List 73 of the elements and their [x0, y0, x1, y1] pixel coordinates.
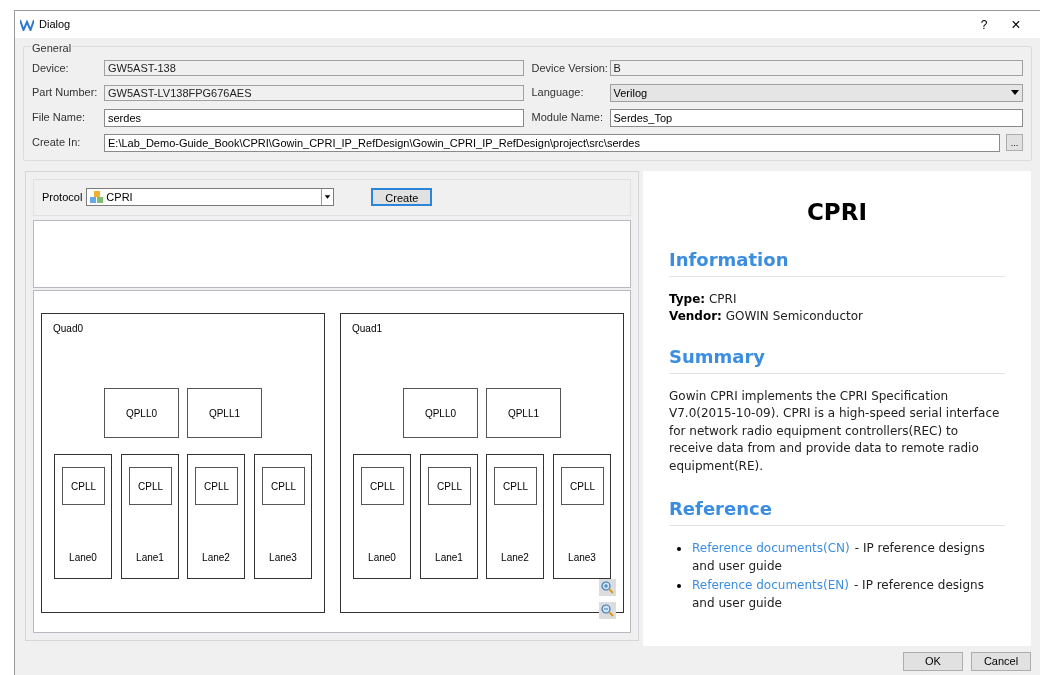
info-field: Vendor: GOWIN Semiconductor: [669, 307, 1005, 325]
reference-item: Reference documents(CN) - IP reference designs and user guide: [692, 541, 985, 573]
field-label: File Name:: [32, 110, 87, 126]
input-field: GW5AST-LV138FPG676AES: [104, 84, 524, 101]
dropdown-arrow-icon: [1011, 90, 1019, 95]
field-label: Device:: [32, 61, 70, 76]
section-heading: Summary: [669, 342, 1005, 374]
lane-label: Lane0: [68, 551, 98, 566]
summary-text: Gowin CPRI implements the CPRI Specification V7.0(2015-10-09). CPRI is a high-speed serial interface for network radio equipment controllers(REC) to receive data from and provide data to remote radio equipment(RE).: [669, 387, 1001, 475]
create-button[interactable]: Create: [371, 188, 433, 207]
lane-block[interactable]: CPLL Lane2: [486, 454, 544, 580]
zoom-out-button[interactable]: [599, 602, 616, 620]
qpll-block[interactable]: QPLL0: [104, 388, 179, 439]
cpll-block[interactable]: CPLL: [62, 467, 105, 506]
lane-label: Lane1: [434, 551, 464, 566]
lane-block[interactable]: CPLL Lane2: [187, 454, 245, 580]
lane-label: Lane1: [135, 551, 165, 566]
browse-button[interactable]: ...: [1006, 134, 1023, 151]
reference-item: Reference documents(EN) - IP reference designs and user guide: [692, 578, 984, 610]
window-title: Dialog: [39, 17, 71, 33]
info-title: CPRI: [806, 198, 868, 227]
cpll-block[interactable]: CPLL: [129, 467, 172, 506]
lane-block[interactable]: CPLL Lane1: [420, 454, 478, 580]
lane-block[interactable]: CPLL Lane3: [553, 454, 611, 580]
protocol-label: Protocol: [42, 190, 83, 206]
app-logo-icon: [20, 18, 34, 31]
bullet-icon: [677, 584, 681, 588]
zoom-in-button[interactable]: [599, 579, 616, 597]
qpll-block[interactable]: QPLL1: [187, 388, 262, 439]
qpll-block[interactable]: QPLL0: [403, 388, 478, 439]
section-heading: Reference: [669, 495, 1005, 526]
info-field: Type: CPRI: [669, 290, 1005, 308]
reference-link[interactable]: Reference documents(CN): [692, 541, 850, 555]
input-field[interactable]: E:\Lab_Demo-Guide_Book\CPRI\Gowin_CPRI_IP_RefDesign\Gowin_CPRI_IP_RefDesign\project\src\serdes: [104, 133, 1000, 152]
qpll-block[interactable]: QPLL1: [486, 388, 561, 439]
cpll-block[interactable]: CPLL: [262, 467, 305, 506]
zoom-out-icon: [601, 604, 614, 618]
quad-label: Quad1: [352, 322, 383, 337]
lane-block[interactable]: CPLL Lane0: [353, 454, 411, 580]
lane-label: Lane0: [367, 551, 397, 566]
input-field[interactable]: serdes: [104, 108, 524, 127]
reference-link[interactable]: Reference documents(EN): [692, 578, 849, 592]
field-label: Language:: [531, 85, 585, 101]
protocol-dropdown[interactable]: CPRI: [86, 188, 335, 207]
input-field[interactable]: Serdes_Top: [609, 108, 1023, 127]
cpll-block[interactable]: CPLL: [561, 467, 604, 506]
field-label: Module Name:: [531, 110, 605, 126]
quad-label: Quad0: [53, 322, 84, 337]
lane-block[interactable]: CPLL Lane0: [54, 454, 112, 580]
ok-button[interactable]: OK: [903, 652, 963, 671]
cubes-icon: [90, 190, 105, 204]
cpll-block[interactable]: CPLL: [494, 467, 537, 506]
zoom-in-icon: [601, 581, 614, 595]
field-label: Part Number:: [32, 85, 99, 101]
cpll-block[interactable]: CPLL: [361, 467, 404, 506]
lane-label: Lane3: [268, 551, 298, 566]
lane-label: Lane2: [500, 551, 530, 566]
lane-label: Lane2: [201, 551, 231, 566]
lane-block[interactable]: CPLL Lane3: [254, 454, 312, 580]
language-dropdown[interactable]: Verilog: [609, 83, 1023, 102]
lane-label: Lane3: [567, 551, 597, 566]
input-field: GW5AST-138: [104, 60, 524, 77]
field-label: Create In:: [32, 135, 82, 151]
cpll-block[interactable]: CPLL: [428, 467, 471, 506]
close-button[interactable]: ×: [1006, 12, 1026, 37]
lane-block[interactable]: CPLL Lane1: [121, 454, 179, 580]
field-label: Device Version:: [531, 61, 609, 76]
cancel-button[interactable]: Cancel: [971, 652, 1031, 671]
cpll-block[interactable]: CPLL: [195, 467, 238, 506]
help-button[interactable]: ?: [974, 15, 994, 34]
section-heading: Information: [669, 245, 1005, 277]
input-field: B: [609, 60, 1023, 77]
bullet-icon: [677, 547, 681, 551]
